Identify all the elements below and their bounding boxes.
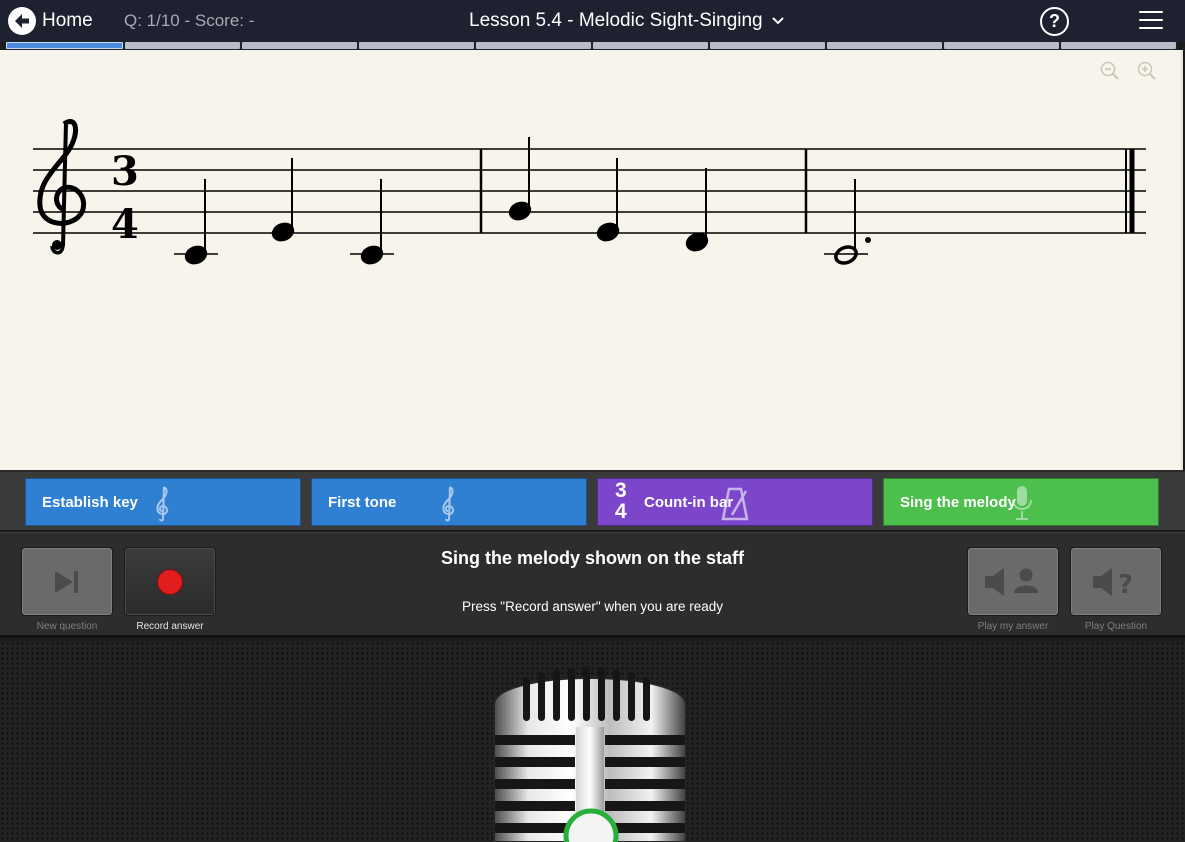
dotted-half-note bbox=[824, 179, 871, 265]
progress-segment bbox=[476, 42, 591, 49]
progress-segment bbox=[125, 42, 240, 49]
progress-segment bbox=[242, 42, 357, 49]
progress-segment bbox=[593, 42, 708, 49]
record-answer-label: Record answer bbox=[136, 621, 204, 632]
home-label: Home bbox=[42, 10, 93, 31]
progress-segment bbox=[710, 42, 825, 49]
progress-segment bbox=[6, 42, 123, 49]
play-my-answer-label: Play my answer bbox=[977, 621, 1049, 632]
microphone-icon[interactable] bbox=[490, 665, 695, 842]
step-bar: Establish key First tone 3 4 Count-in ba… bbox=[0, 470, 1185, 530]
note bbox=[508, 137, 532, 221]
establish-key-step[interactable]: Establish key bbox=[25, 478, 301, 526]
staff-lines bbox=[33, 148, 1146, 234]
step-label: Count-in bar bbox=[644, 493, 734, 511]
time-signature-bottom: 4 bbox=[111, 201, 139, 248]
lesson-title: Lesson 5.4 - Melodic Sight-Singing bbox=[469, 10, 763, 31]
treble-clef-icon bbox=[442, 486, 454, 522]
microphone-area bbox=[0, 641, 1185, 842]
note bbox=[685, 168, 709, 252]
home-button[interactable]: Home bbox=[8, 5, 93, 37]
time-signature-top: 3 bbox=[111, 148, 139, 195]
play-my-answer-button[interactable] bbox=[967, 547, 1059, 616]
progress-segment bbox=[359, 42, 474, 49]
question-progress-bar bbox=[6, 42, 1178, 50]
record-icon bbox=[157, 568, 183, 595]
play-question-label: Play Question bbox=[1084, 621, 1148, 632]
progress-segment bbox=[827, 42, 942, 49]
sing-the-melody-step[interactable]: Sing the melody bbox=[883, 478, 1159, 526]
first-tone-step[interactable]: First tone bbox=[311, 478, 587, 526]
lesson-title-dropdown[interactable]: Lesson 5.4 - Melodic Sight-Singing bbox=[469, 10, 785, 32]
note bbox=[596, 158, 620, 242]
treble-clef-icon bbox=[156, 486, 168, 522]
back-arrow-icon bbox=[8, 7, 36, 35]
step-label: Sing the melody bbox=[900, 493, 1016, 511]
svg-text:?: ? bbox=[1118, 570, 1133, 599]
progress-segment bbox=[944, 42, 1059, 49]
chevron-down-icon bbox=[771, 17, 784, 25]
hamburger-menu-icon[interactable] bbox=[1139, 11, 1163, 31]
music-staff: 3 4 bbox=[33, 119, 1146, 265]
note bbox=[350, 179, 394, 265]
step-time-signature: 3 4 bbox=[615, 479, 627, 523]
skip-next-icon bbox=[55, 570, 78, 593]
help-icon[interactable]: ? bbox=[1040, 7, 1069, 36]
play-question-button[interactable]: ? bbox=[1070, 547, 1162, 616]
top-bar: Home Q: 1/10 - Score: - Lesson 5.4 - Mel… bbox=[0, 0, 1185, 42]
step-label: Establish key bbox=[42, 493, 138, 511]
control-panel: New question Record answer Sing the melo… bbox=[0, 532, 1185, 638]
speaker-person-icon bbox=[985, 567, 1038, 596]
note bbox=[174, 179, 218, 265]
question-score: Q: 1/10 - Score: - bbox=[124, 11, 255, 30]
step-label: First tone bbox=[328, 493, 397, 511]
staff-area: 3 4 bbox=[0, 50, 1183, 470]
note bbox=[271, 158, 295, 242]
app: Home Q: 1/10 - Score: - Lesson 5.4 - Mel… bbox=[0, 0, 1185, 842]
new-question-label: New question bbox=[36, 621, 98, 632]
speaker-question-icon: ? bbox=[1093, 567, 1133, 599]
progress-segment bbox=[1061, 42, 1176, 49]
count-in-bar-step[interactable]: 3 4 Count-in bar bbox=[597, 478, 873, 526]
